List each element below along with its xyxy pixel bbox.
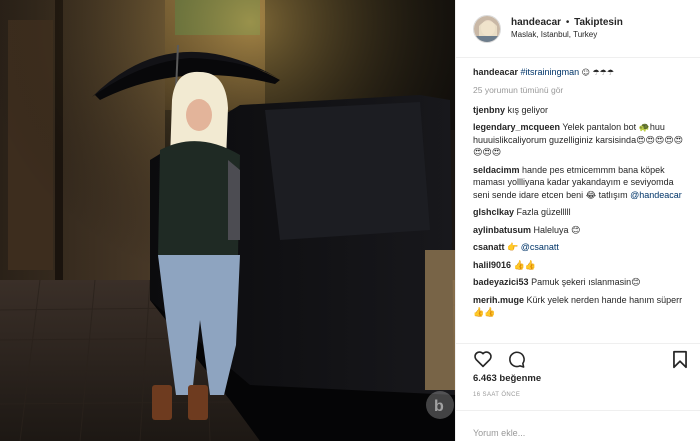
header-username[interactable]: handeacar <box>511 17 561 28</box>
comment-text: Fazla güzelllll <box>516 207 571 217</box>
location-link[interactable]: Maslak, Istanbul, Turkey <box>511 30 623 40</box>
action-bar <box>456 343 700 371</box>
comment-button[interactable] <box>507 350 526 369</box>
comment-text: Haleluya 😊 <box>533 224 581 235</box>
post-sidebar: handeacar • Takiptesin Maslak, Istanbul,… <box>455 0 700 441</box>
speech-bubble-icon <box>509 351 525 368</box>
comment-username[interactable]: halil9016 <box>473 260 511 270</box>
likes-count[interactable]: 6.463 beğenme <box>473 373 541 384</box>
caption: handeacar #itsrainingman ☺ ☂☂☂ <box>473 66 688 80</box>
comment-username[interactable]: aylinbatusum <box>473 225 531 235</box>
comment-username[interactable]: csanatt <box>473 242 505 252</box>
follow-status-button[interactable]: Takiptesin <box>574 17 623 28</box>
post-timestamp: 16 SAAT ÖNCE <box>473 392 521 398</box>
comment-username[interactable]: glshclkay <box>473 207 514 217</box>
comment-username[interactable]: merih.muge <box>473 295 524 305</box>
comment-item: tjenbny kış geliyor <box>473 104 688 117</box>
comments-list[interactable]: handeacar #itsrainingman ☺ ☂☂☂ 25 yorumu… <box>456 58 700 343</box>
comment-text: kış geliyor <box>507 104 549 115</box>
like-button[interactable] <box>473 350 493 368</box>
comment-item: halil9016 👍👍 <box>473 259 688 272</box>
comment-username[interactable]: legendary_mcqueen <box>473 122 560 132</box>
svg-text:b: b <box>434 398 444 415</box>
save-button[interactable] <box>672 350 688 369</box>
add-comment-bar <box>456 410 700 441</box>
heart-outline-icon <box>474 351 492 368</box>
comment-item: legendary_mcqueen Yelek pantalon bot 🐢hu… <box>473 121 688 159</box>
caption-username[interactable]: handeacar <box>473 67 518 77</box>
avatar[interactable] <box>473 14 501 43</box>
post-photo-illustration: b <box>0 0 455 441</box>
comment-username[interactable]: badeyazici53 <box>473 277 529 287</box>
header-user-row: handeacar • Takiptesin <box>511 17 623 30</box>
comment-text: Pamuk şekeri ıslanmasin😊 <box>531 277 641 287</box>
post-photo[interactable]: b <box>0 0 455 441</box>
caption-emoji: ☺ ☂☂☂ <box>581 68 614 77</box>
header-text: handeacar • Takiptesin Maslak, Istanbul,… <box>511 17 623 40</box>
comment-item: csanatt 👉 @csanatt <box>473 241 688 254</box>
header-separator: • <box>565 17 570 29</box>
comment-item: glshclkay Fazla güzelllll <box>473 206 688 219</box>
comment-mention[interactable]: @handeacar <box>630 190 682 200</box>
comment-text: 👍👍 <box>513 259 536 270</box>
comment-text: 👉 <box>507 242 519 252</box>
comment-input[interactable] <box>473 428 683 438</box>
bookmark-icon <box>673 350 687 368</box>
comment-item: seldacimm hande pes etmicemmm bana köpek… <box>473 164 688 202</box>
comment-item: merih.muge Kürk yelek nerden hande hanım… <box>473 294 688 319</box>
comment-username[interactable]: tjenbny <box>473 105 505 115</box>
caption-hashtag[interactable]: #itsrainingman <box>521 67 580 77</box>
comment-item: aylinbatusum Haleluya 😊 <box>473 224 688 237</box>
post-header: handeacar • Takiptesin Maslak, Istanbul,… <box>456 0 700 58</box>
view-all-comments-link[interactable]: 25 yorumun tümünü gör <box>473 85 688 95</box>
comment-username[interactable]: seldacimm <box>473 165 520 175</box>
comment-mention[interactable]: @csanatt <box>521 242 559 252</box>
avatar-image <box>474 15 500 42</box>
comment-item: badeyazici53 Pamuk şekeri ıslanmasin😊 <box>473 276 688 289</box>
